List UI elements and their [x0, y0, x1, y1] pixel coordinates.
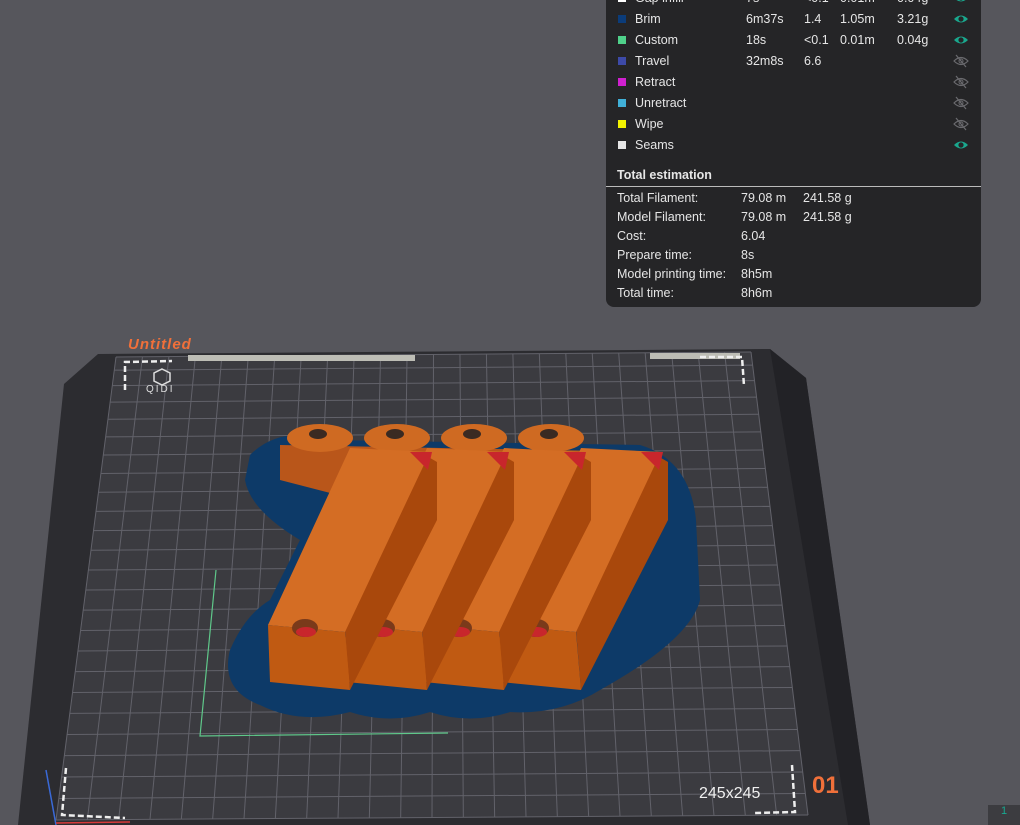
plate-number[interactable]: 01	[812, 772, 839, 800]
total-row: Total time: 8h6m	[617, 284, 977, 303]
eye-icon[interactable]	[953, 138, 969, 152]
total-value: 79.08 m	[741, 210, 787, 224]
hole	[540, 429, 558, 439]
feature-time: 6m37s	[746, 12, 784, 26]
color-swatch	[618, 78, 626, 86]
color-swatch	[618, 57, 626, 65]
feature-weight: 0.04g	[897, 33, 929, 47]
divider	[606, 186, 981, 187]
eye-icon[interactable]	[953, 33, 969, 47]
total-key: Model Filament:	[617, 210, 706, 224]
total-value: 79.08 m	[741, 191, 787, 205]
feature-name: Wipe	[635, 117, 664, 131]
total-key: Prepare time:	[617, 248, 693, 262]
feature-time: 7s	[746, 0, 759, 8]
legend-row: Seams	[606, 135, 981, 155]
total-key: Total Filament:	[617, 191, 699, 205]
eye-off-icon[interactable]	[953, 75, 969, 89]
plate-name[interactable]: Untitled	[128, 336, 192, 353]
layer-slider-corner[interactable]: 1	[988, 805, 1020, 825]
feature-name: Brim	[635, 12, 661, 26]
total-estimation-title: Total estimation	[617, 168, 712, 182]
feature-percent: <0.1	[804, 0, 829, 8]
eye-off-icon[interactable]	[953, 96, 969, 110]
legend-row: Brim 6m37s 1.4 1.05m 3.21g	[606, 9, 981, 29]
eye-icon[interactable]	[953, 12, 969, 26]
feature-name: Travel	[635, 54, 670, 68]
legend-row: Travel 32m8s 6.6	[606, 51, 981, 71]
legend-row: Unretract	[606, 93, 981, 113]
feature-weight: 0.04g	[897, 0, 928, 8]
color-swatch	[618, 36, 626, 44]
legend-row: Wipe	[606, 114, 981, 134]
feature-percent: 1.4	[804, 12, 822, 26]
total-key: Cost:	[617, 229, 647, 243]
hole-edge	[296, 627, 316, 637]
legend-row: Gap infill 7s <0.1 0.01m 0.04g	[606, 0, 981, 8]
color-swatch	[618, 141, 626, 149]
gcode-legend-panel: Gap infill 7s <0.1 0.01m 0.04g Brim 6m37…	[606, 0, 981, 307]
total-row: Model printing time: 8h5m	[617, 265, 977, 284]
eye-off-icon[interactable]	[953, 54, 969, 68]
total-key: Total time:	[617, 286, 674, 300]
total-row: Model Filament: 79.08 m 241.58 g	[617, 208, 977, 227]
feature-time: 32m8s	[746, 54, 784, 68]
color-swatch	[618, 15, 626, 23]
total-value: 8h6m	[741, 286, 773, 300]
total-value-2: 241.58 g	[803, 191, 852, 205]
total-row: Prepare time: 8s	[617, 246, 977, 265]
feature-name: Seams	[635, 138, 674, 152]
total-key: Model printing time:	[617, 267, 727, 281]
total-value: 8s	[741, 248, 755, 262]
legend-row: Retract	[606, 72, 981, 92]
feature-name: Custom	[635, 33, 679, 47]
x-axis	[55, 821, 131, 824]
total-value: 6.04	[741, 229, 766, 243]
total-value: 8h5m	[741, 267, 773, 281]
legend-row: Custom 18s <0.1 0.01m 0.04g	[606, 30, 981, 50]
plate-label-strip	[650, 353, 740, 359]
feature-name: Gap infill	[635, 0, 684, 8]
color-swatch	[618, 120, 626, 128]
feature-time: 18s	[746, 33, 767, 47]
feature-name: Retract	[635, 75, 676, 89]
total-row: Cost: 6.04	[617, 227, 977, 246]
plate-size-label: 245x245	[699, 785, 761, 802]
hole	[386, 429, 404, 439]
feature-length: 1.05m	[840, 12, 875, 26]
color-swatch	[618, 0, 626, 2]
plate-label-strip	[188, 355, 415, 361]
hole	[463, 429, 481, 439]
eye-off-icon[interactable]	[953, 117, 969, 131]
color-swatch	[618, 99, 626, 107]
feature-weight: 3.21g	[897, 12, 929, 26]
feature-percent: 6.6	[804, 54, 822, 68]
total-row: Total Filament: 79.08 m 241.58 g	[617, 189, 977, 208]
eye-icon[interactable]	[953, 0, 969, 5]
total-value-2: 241.58 g	[803, 210, 852, 224]
svg-text:QIDI: QIDI	[146, 384, 175, 395]
hole	[309, 429, 327, 439]
feature-length: 0.01m	[840, 0, 875, 8]
feature-length: 0.01m	[840, 33, 875, 47]
feature-percent: <0.1	[804, 33, 829, 47]
feature-name: Unretract	[635, 96, 687, 110]
